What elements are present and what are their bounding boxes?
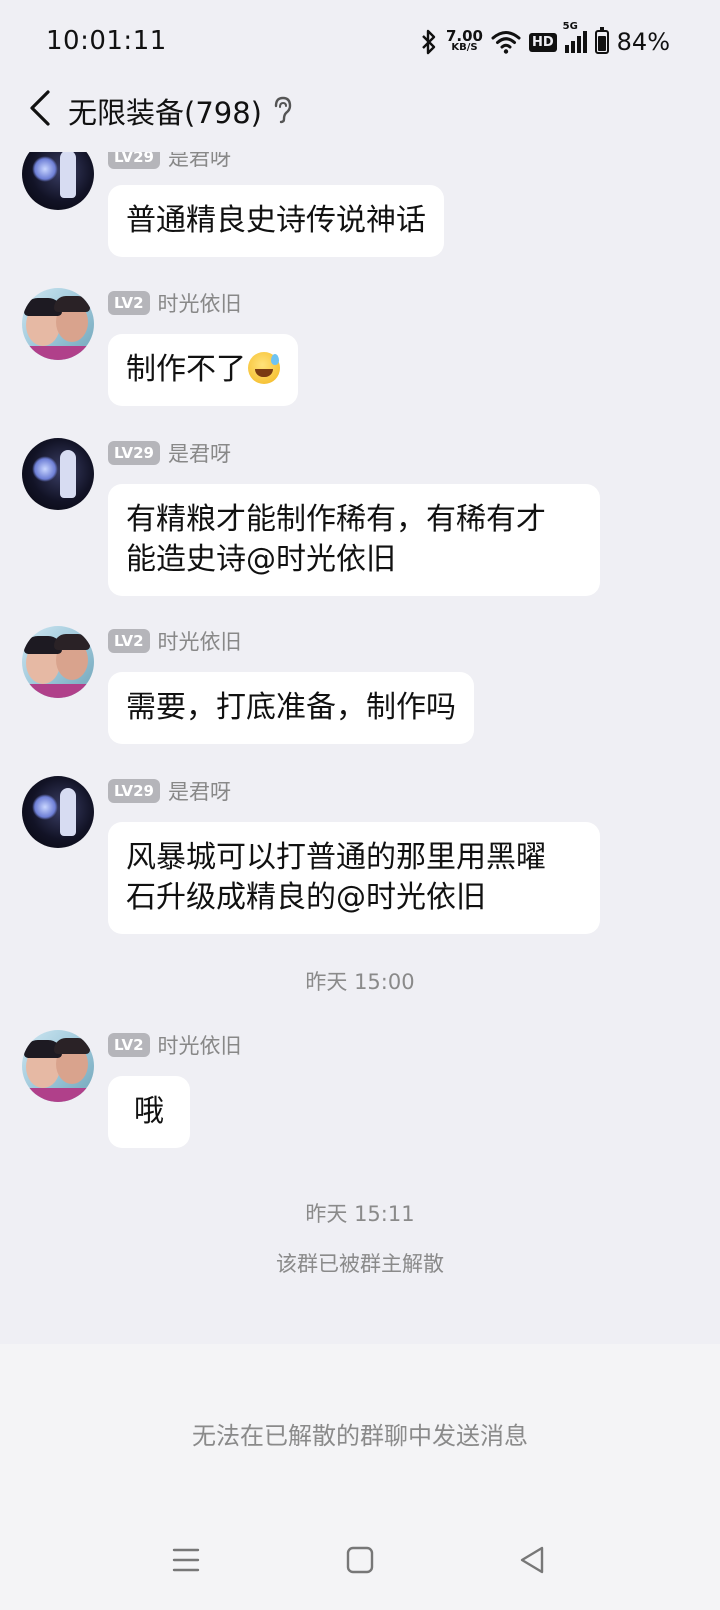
sender-name[interactable]: 时光依旧 <box>158 1030 242 1060</box>
bluetooth-icon <box>422 29 436 55</box>
avatar[interactable] <box>22 776 94 848</box>
avatar[interactable] <box>22 626 94 698</box>
message-text-line: 石升级成精良的@时光依旧 <box>126 880 486 915</box>
back-arrow-icon[interactable] <box>24 86 64 134</box>
network-speed: 7.00 KB/S <box>445 27 483 54</box>
sweat-smile-emoji-icon <box>248 352 280 384</box>
sender-meta: LV29 是君呀 <box>108 438 231 468</box>
system-nav-bar <box>0 1540 720 1580</box>
message-text: 普通精良史诗传说神话 <box>126 203 426 238</box>
message-bubble[interactable]: 制作不了 <box>108 334 298 406</box>
avatar[interactable] <box>22 288 94 360</box>
message-timestamp: 昨天 15:11 <box>305 1202 415 1226</box>
network-speed-value: 7.00 <box>445 27 483 45</box>
message-bubble[interactable]: 有精粮才能制作稀有，有稀有才 能造史诗@时光依旧 <box>108 484 600 596</box>
message-bubble[interactable]: 哦 <box>108 1076 190 1148</box>
status-bar: 10:01:11 7.00 KB/S HD 5G 84% <box>0 0 720 86</box>
home-square-icon[interactable] <box>340 1540 380 1580</box>
input-area-disabled: 无法在已解散的群聊中发送消息 <box>0 1344 720 1610</box>
group-title[interactable]: 无限装备(798) <box>68 90 262 132</box>
chat-header: 无限装备(798) <box>0 86 720 152</box>
level-badge: LV2 <box>108 629 150 653</box>
status-icons: 7.00 KB/S HD 5G 84% <box>420 21 670 62</box>
message-bubble[interactable]: 普通精良史诗传说神话 <box>108 185 444 257</box>
sender-name[interactable]: 是君呀 <box>168 438 231 468</box>
message-timestamp: 昨天 15:00 <box>305 970 415 994</box>
cellular-signal-icon: 5G <box>563 21 587 53</box>
message-text-line: 风暴城可以打普通的那里用黑曜 <box>126 840 546 875</box>
level-badge: LV2 <box>108 1033 150 1057</box>
level-badge: LV29 <box>108 441 160 465</box>
sender-name[interactable]: 时光依旧 <box>158 288 242 318</box>
hd-voice-badge: HD <box>528 32 557 52</box>
message-text: 需要，打底准备，制作吗 <box>126 690 456 725</box>
back-triangle-icon[interactable] <box>512 1540 552 1580</box>
network-speed-unit: KB/S <box>451 42 478 53</box>
sender-name[interactable]: 是君呀 <box>168 776 231 806</box>
chat-screen: 10:01:11 7.00 KB/S HD 5G 84% LV29 是君呀 普通… <box>0 0 720 1610</box>
status-time: 10:01:11 <box>46 26 167 56</box>
level-badge: LV2 <box>108 291 150 315</box>
message-text-line: 有精粮才能制作稀有，有稀有才 <box>126 502 546 537</box>
battery-percent: 84% <box>616 28 670 56</box>
ear-icon[interactable] <box>270 95 296 125</box>
network-type-label: 5G <box>562 21 578 32</box>
sender-meta: LV29 是君呀 <box>108 776 231 806</box>
battery-icon <box>594 27 609 54</box>
sender-meta: LV2 时光依旧 <box>108 1030 242 1060</box>
avatar[interactable] <box>22 1030 94 1102</box>
sender-meta: LV2 时光依旧 <box>108 288 242 318</box>
message-bubble[interactable]: 需要，打底准备，制作吗 <box>108 672 474 744</box>
avatar[interactable] <box>22 438 94 510</box>
message-text-line: 能造史诗@时光依旧 <box>126 542 396 577</box>
message-list[interactable]: LV29 是君呀 普通精良史诗传说神话 LV2 时光依旧 制作不了 LV29 是… <box>0 130 720 1340</box>
disabled-input-hint: 无法在已解散的群聊中发送消息 <box>192 1422 528 1450</box>
system-notice: 该群已被群主解散 <box>276 1252 444 1276</box>
message-bubble[interactable]: 风暴城可以打普通的那里用黑曜 石升级成精良的@时光依旧 <box>108 822 600 934</box>
message-text: 哦 <box>134 1094 164 1129</box>
message-text: 制作不了 <box>126 352 246 387</box>
sender-meta: LV2 时光依旧 <box>108 626 242 656</box>
menu-icon[interactable] <box>166 1540 206 1580</box>
wifi-icon <box>491 31 521 54</box>
level-badge: LV29 <box>108 779 160 803</box>
sender-name[interactable]: 时光依旧 <box>158 626 242 656</box>
